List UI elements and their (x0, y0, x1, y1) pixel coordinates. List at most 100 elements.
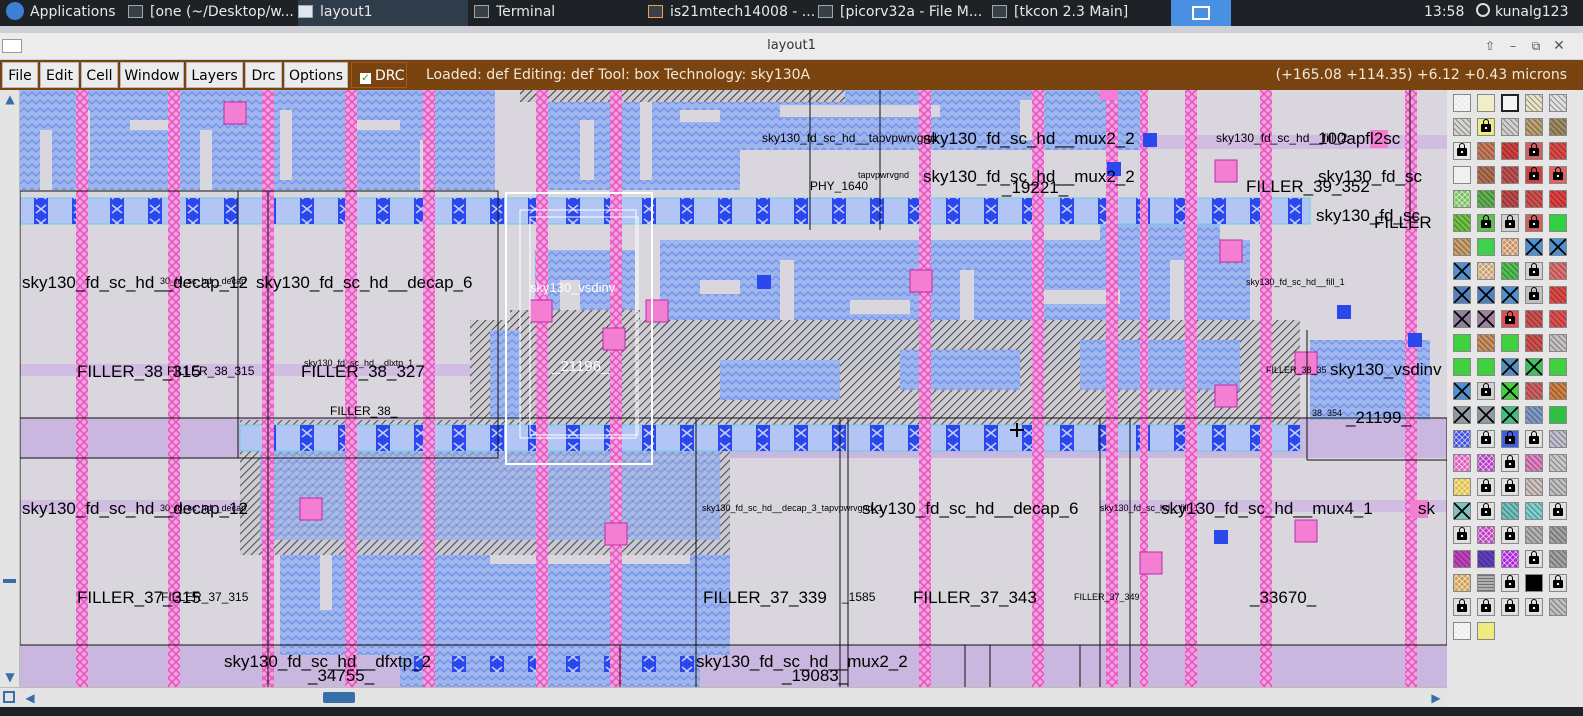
layer-swatch[interactable] (1501, 358, 1519, 376)
layer-swatch[interactable] (1453, 478, 1471, 496)
layer-swatch[interactable] (1525, 166, 1543, 184)
minimize-icon[interactable]: – (1505, 38, 1521, 54)
layer-swatch[interactable] (1501, 190, 1519, 208)
layer-swatch[interactable] (1501, 214, 1519, 232)
taskbar-window-terminal[interactable]: Terminal (474, 0, 642, 26)
taskbar-window-editor[interactable]: [one (~/Desktop/w... (128, 0, 296, 26)
layer-swatch[interactable] (1477, 598, 1495, 616)
layer-swatch[interactable] (1525, 334, 1543, 352)
layer-swatch[interactable] (1453, 262, 1471, 280)
layer-swatch[interactable] (1525, 478, 1543, 496)
layer-swatch[interactable] (1453, 382, 1471, 400)
layer-swatch[interactable] (1525, 190, 1543, 208)
layer-swatch[interactable] (1525, 382, 1543, 400)
layer-swatch[interactable] (1549, 238, 1567, 256)
taskbar-window-filemanager[interactable]: [picorv32a - File M... (818, 0, 986, 26)
layer-swatch[interactable] (1453, 526, 1471, 544)
taskbar-window-home[interactable]: is21mtech14008 - ... (648, 0, 814, 26)
layer-swatch[interactable] (1477, 262, 1495, 280)
horizontal-scroll-thumb[interactable] (323, 692, 355, 703)
layer-swatch[interactable] (1501, 310, 1519, 328)
layer-swatch[interactable] (1453, 574, 1471, 592)
layer-swatch[interactable] (1525, 454, 1543, 472)
menu-layers[interactable]: Layers (186, 62, 243, 88)
scroll-down-arrow-icon[interactable]: ▼ (2, 670, 18, 684)
applications-menu[interactable]: Applications (6, 0, 126, 26)
layer-swatch[interactable] (1525, 262, 1543, 280)
layer-swatch[interactable] (1477, 502, 1495, 520)
taskbar-window-layout1[interactable]: layout1 (298, 0, 468, 26)
maximize-icon[interactable]: ⧉ (1528, 38, 1544, 54)
layer-swatch[interactable] (1549, 262, 1567, 280)
layer-swatch[interactable] (1477, 574, 1495, 592)
scroll-right-arrow-icon[interactable]: ▶ (1428, 691, 1444, 705)
layer-swatch[interactable] (1549, 214, 1567, 232)
layer-swatch[interactable] (1525, 358, 1543, 376)
layer-swatch[interactable] (1501, 502, 1519, 520)
layer-swatch[interactable] (1453, 454, 1471, 472)
menu-drc[interactable]: Drc (245, 62, 282, 88)
layer-swatch[interactable] (1549, 526, 1567, 544)
layer-swatch[interactable] (1501, 550, 1519, 568)
layer-swatch[interactable] (1453, 238, 1471, 256)
layer-swatch[interactable] (1549, 94, 1567, 112)
menu-edit[interactable]: Edit (40, 62, 79, 88)
layer-swatch[interactable] (1525, 550, 1543, 568)
layer-swatch[interactable] (1453, 334, 1471, 352)
layer-swatch[interactable] (1549, 286, 1567, 304)
layer-swatch[interactable] (1525, 310, 1543, 328)
layer-swatch[interactable] (1477, 334, 1495, 352)
layer-swatch[interactable] (1477, 622, 1495, 640)
layer-swatch[interactable] (1525, 598, 1543, 616)
layer-swatch[interactable] (1549, 598, 1567, 616)
layer-swatch[interactable] (1453, 550, 1471, 568)
scroll-up-arrow-icon[interactable]: ▲ (2, 92, 18, 106)
layer-swatch[interactable] (1453, 286, 1471, 304)
layer-swatch[interactable] (1525, 430, 1543, 448)
layer-swatch[interactable] (1525, 214, 1543, 232)
layer-swatch[interactable] (1501, 478, 1519, 496)
layer-swatch[interactable] (1453, 190, 1471, 208)
layer-swatch[interactable] (1501, 454, 1519, 472)
layer-swatch[interactable] (1477, 526, 1495, 544)
layer-swatch[interactable] (1525, 94, 1543, 112)
layer-swatch[interactable] (1501, 406, 1519, 424)
layer-swatch[interactable] (1549, 454, 1567, 472)
layer-swatch[interactable] (1477, 286, 1495, 304)
layer-swatch[interactable] (1501, 262, 1519, 280)
layer-swatch[interactable] (1549, 358, 1567, 376)
menu-window[interactable]: Window (120, 62, 184, 88)
layer-swatch[interactable] (1525, 238, 1543, 256)
layer-swatch[interactable] (1549, 118, 1567, 136)
layer-swatch[interactable] (1525, 526, 1543, 544)
layer-swatch[interactable] (1453, 166, 1471, 184)
layer-swatch[interactable] (1477, 214, 1495, 232)
layer-swatch[interactable] (1501, 334, 1519, 352)
layer-swatch[interactable] (1477, 358, 1495, 376)
layer-swatch[interactable] (1549, 550, 1567, 568)
layer-swatch[interactable] (1477, 94, 1495, 112)
layer-swatch[interactable] (1477, 454, 1495, 472)
layer-swatch[interactable] (1501, 166, 1519, 184)
menu-cell[interactable]: Cell (81, 62, 118, 88)
layer-swatch[interactable] (1501, 118, 1519, 136)
drc-toggle[interactable]: ✓ DRC (351, 62, 407, 88)
layer-swatch[interactable] (1525, 574, 1543, 592)
scroll-left-arrow-icon[interactable]: ◀ (22, 691, 38, 705)
layer-swatch[interactable] (1453, 214, 1471, 232)
layer-swatch[interactable] (1477, 166, 1495, 184)
layer-swatch[interactable] (1549, 574, 1567, 592)
layer-swatch[interactable] (1477, 310, 1495, 328)
layer-swatch[interactable] (1501, 286, 1519, 304)
layer-swatch[interactable] (1501, 382, 1519, 400)
layer-swatch[interactable] (1525, 406, 1543, 424)
layer-swatch[interactable] (1453, 622, 1471, 640)
layer-swatch[interactable] (1477, 238, 1495, 256)
close-icon[interactable]: ✕ (1551, 38, 1567, 54)
clock[interactable]: 13:58 (1424, 0, 1484, 26)
menu-file[interactable]: File (2, 62, 38, 88)
layer-swatch[interactable] (1453, 94, 1471, 112)
layer-swatch[interactable] (1477, 430, 1495, 448)
layer-swatch[interactable] (1453, 358, 1471, 376)
vertical-scrollbar[interactable]: ▲ ▼ (0, 90, 20, 687)
